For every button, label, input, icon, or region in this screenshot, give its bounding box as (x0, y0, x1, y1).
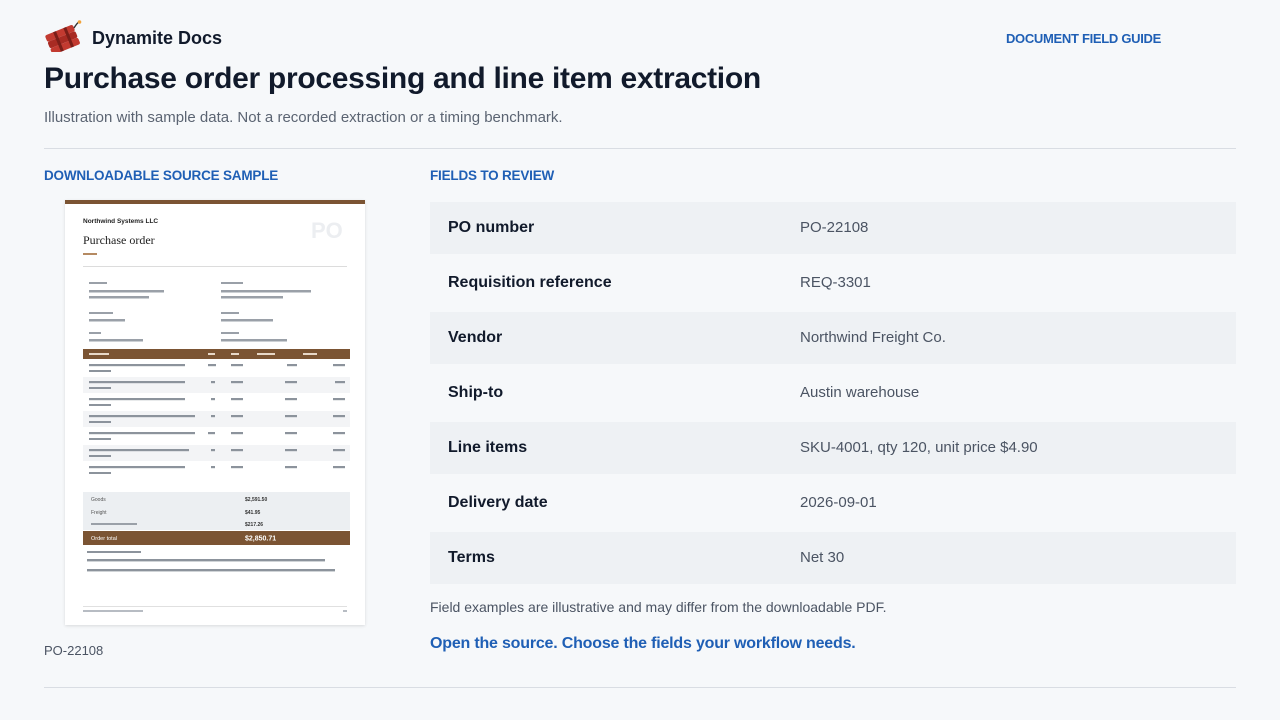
field-label: Terms (448, 549, 495, 566)
field-row-po-number: PO number PO-22108 (430, 202, 1236, 254)
source-caption: PO-22108 (44, 643, 104, 658)
fields-section-label: FIELDS TO REVIEW (430, 168, 555, 183)
doc-tax-value: $217.26 (245, 522, 263, 528)
doc-order-total-label: Order total (91, 536, 117, 542)
field-label: Vendor (448, 329, 503, 346)
field-value: SKU-4001, qty 120, unit price $4.90 (800, 439, 1038, 456)
field-row-line-items: Line items SKU-4001, qty 120, unit price… (430, 422, 1236, 474)
source-section-label: DOWNLOADABLE SOURCE SAMPLE (44, 168, 279, 183)
field-label: Requisition reference (448, 274, 612, 291)
page-subtitle: Illustration with sample data. Not a rec… (44, 109, 563, 126)
doc-watermark: PO (311, 218, 343, 243)
doc-freight-label: Freight (91, 510, 107, 516)
doc-goods-label: Goods (91, 497, 106, 503)
document-field-guide-link[interactable]: DOCUMENT FIELD GUIDE (1006, 31, 1161, 46)
field-row-terms: Terms Net 30 (430, 532, 1236, 584)
field-value: PO-22108 (800, 219, 869, 236)
brand-name: Dynamite Docs (92, 28, 223, 48)
fields-disclaimer-note: Field examples are illustrative and may … (430, 599, 887, 615)
site-header: Dynamite Docs DOCUMENT FIELD GUIDE (44, 20, 1236, 56)
field-row-vendor: Vendor Northwind Freight Co. (430, 312, 1236, 364)
field-label: Line items (448, 439, 528, 456)
field-row-requisition-reference: Requisition reference REQ-3301 (430, 257, 1236, 309)
field-value: 2026-09-01 (800, 494, 877, 511)
doc-company: Northwind Systems LLC (83, 218, 158, 225)
field-value: Austin warehouse (800, 384, 920, 401)
field-value: REQ-3301 (800, 274, 871, 291)
fields-table: PO number PO-22108 Requisition reference… (430, 202, 1236, 587)
source-document-thumbnail[interactable]: Northwind Systems LLC Purchase order PO (65, 200, 365, 625)
doc-heading: Purchase order (83, 233, 155, 247)
page-title: Purchase order processing and line item … (44, 62, 761, 95)
field-row-delivery-date: Delivery date 2026-09-01 (430, 477, 1236, 529)
open-source-cta-link[interactable]: Open the source. Choose the fields your … (430, 635, 856, 653)
top-divider (44, 148, 1236, 149)
doc-order-total-value: $2,850.71 (245, 536, 276, 543)
field-label: PO number (448, 219, 535, 236)
field-label: Ship-to (448, 384, 504, 401)
bottom-divider (44, 687, 1236, 688)
dynamite-logo-icon (44, 20, 82, 55)
doc-goods-value: $2,591.50 (245, 497, 267, 503)
field-value: Northwind Freight Co. (800, 329, 946, 346)
doc-freight-value: $41.95 (245, 510, 261, 516)
field-value: Net 30 (800, 549, 845, 566)
field-row-ship-to: Ship-to Austin warehouse (430, 367, 1236, 419)
field-label: Delivery date (448, 494, 548, 511)
